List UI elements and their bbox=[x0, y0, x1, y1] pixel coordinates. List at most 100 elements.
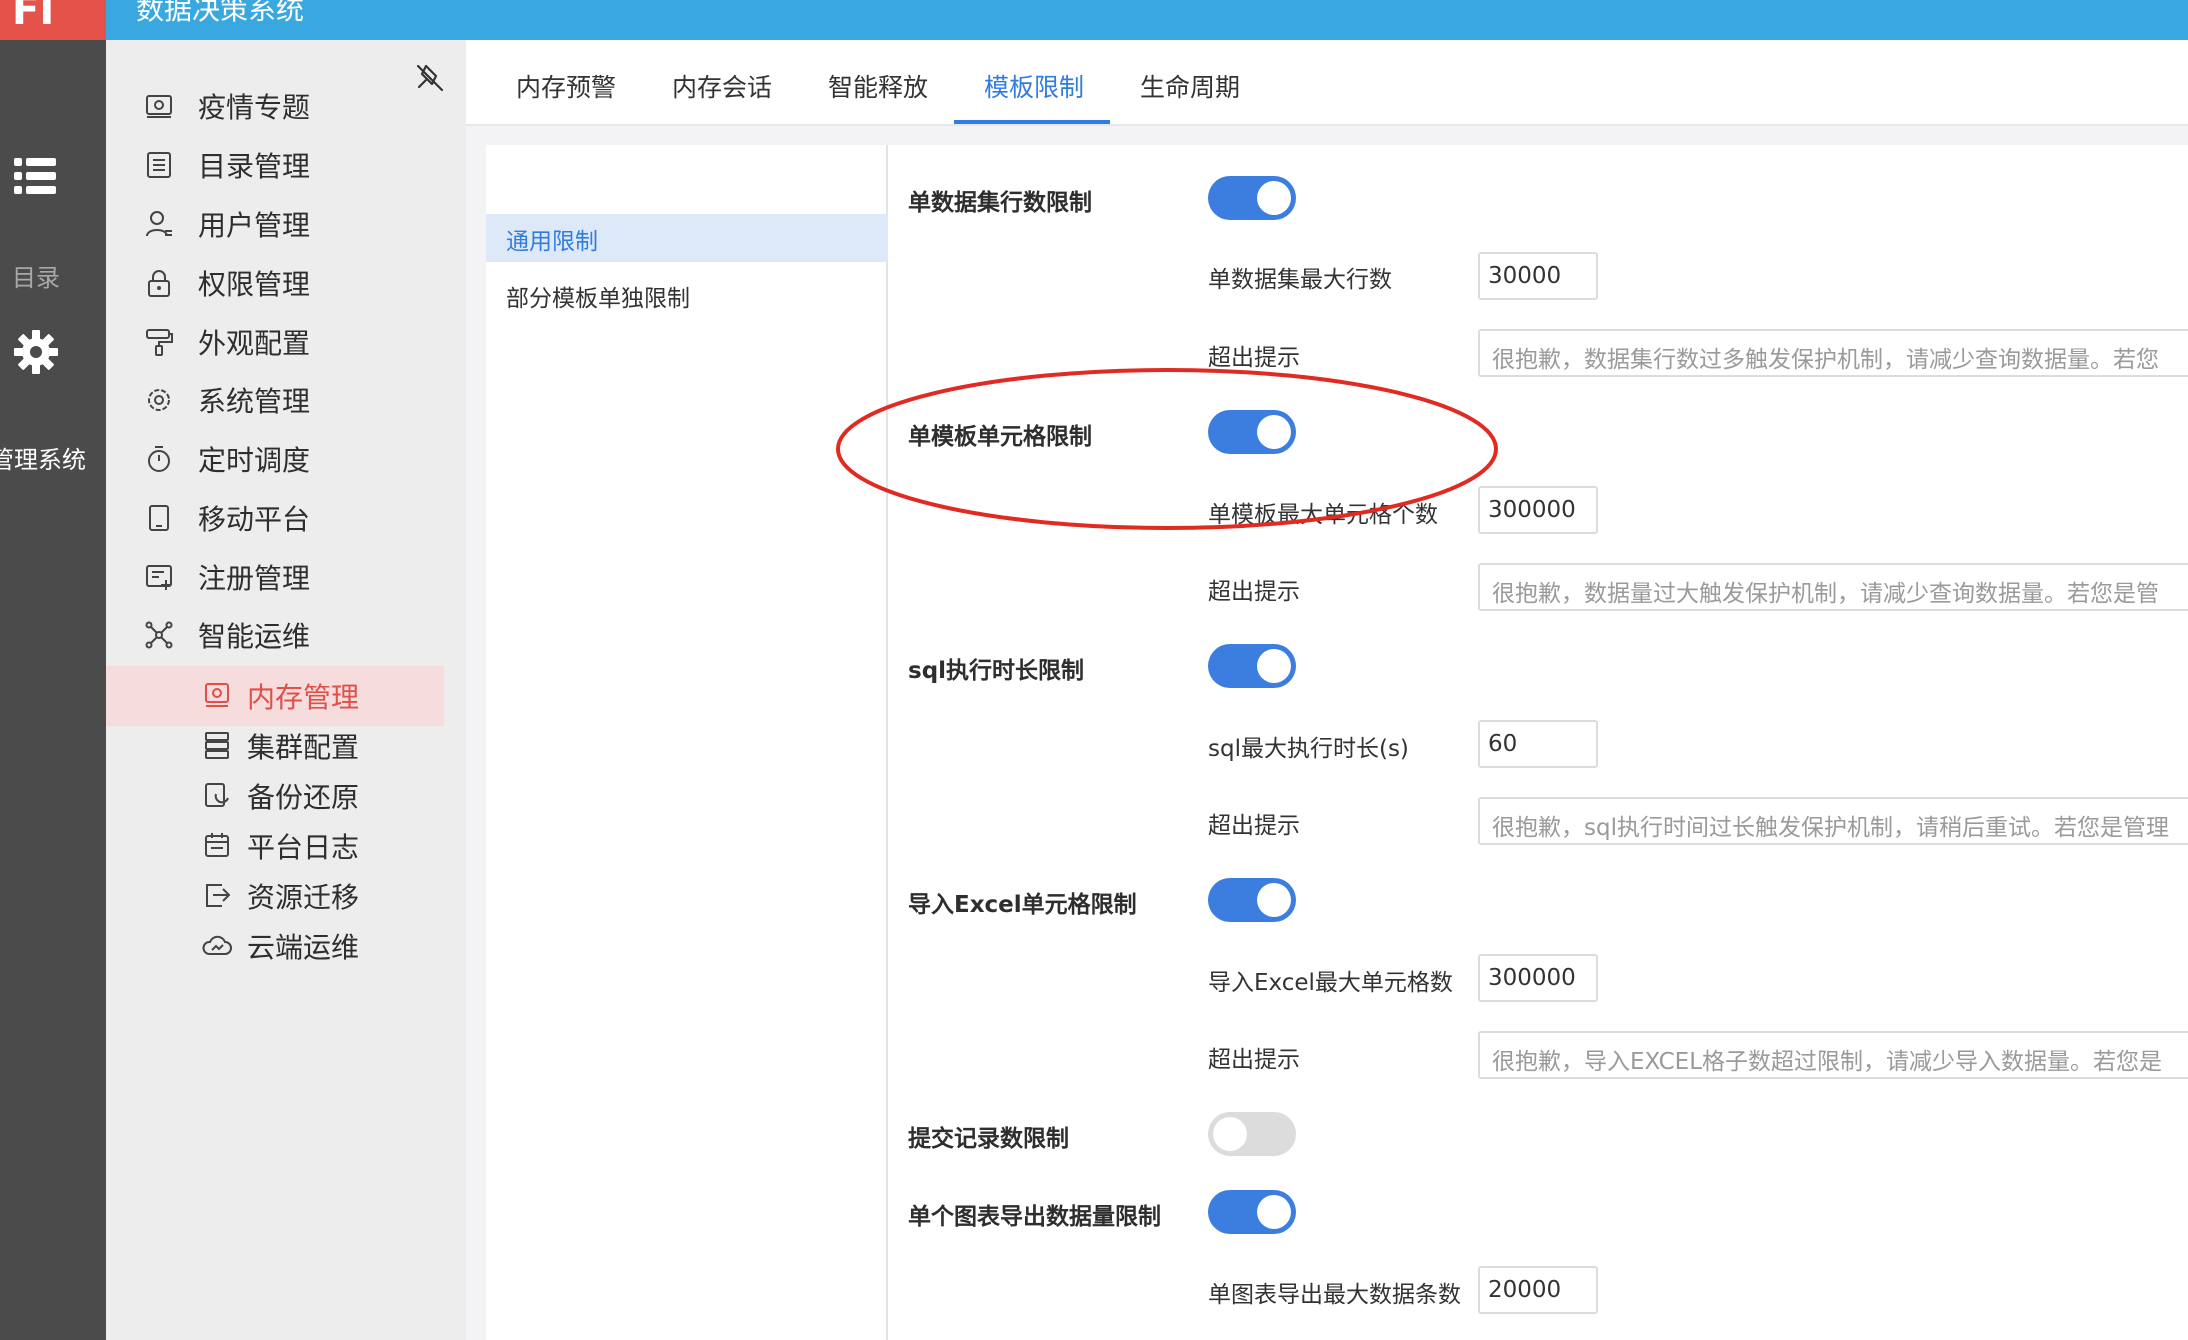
toggle-knob bbox=[1257, 1195, 1291, 1229]
toggle-knob bbox=[1257, 649, 1291, 683]
max-cells-input[interactable]: 300000 bbox=[1478, 486, 1598, 534]
max-rows-input[interactable]: 30000 bbox=[1478, 252, 1598, 300]
lock-icon bbox=[148, 270, 170, 297]
active-tab-indicator bbox=[954, 120, 1110, 124]
user-icon bbox=[146, 211, 172, 237]
submit-records-limit-toggle[interactable] bbox=[1208, 1112, 1296, 1156]
tab-memory-session[interactable]: 内存会话 bbox=[672, 68, 772, 104]
excel-limit-message-input[interactable]: 很抱歉，导入EXCEL格子数超过限制，请减少导入数据量。若您是 bbox=[1478, 1031, 2188, 1079]
subnav-label: 部分模板单独限制 bbox=[506, 286, 690, 312]
field-label: 导入Excel最大单元格数 bbox=[1208, 970, 1453, 996]
dashboard-icon bbox=[146, 95, 172, 118]
nav-label: 系统管理 bbox=[198, 385, 311, 418]
field-label: 单数据集最大行数 bbox=[1208, 267, 1392, 293]
subnav-label: 内存管理 bbox=[247, 681, 360, 714]
gear-icon bbox=[14, 330, 58, 374]
calendar-log-icon bbox=[205, 833, 229, 857]
rail-item-catalog[interactable]: 目录 bbox=[0, 100, 106, 292]
tab-memory-alert[interactable]: 内存预警 bbox=[516, 68, 616, 104]
subnav-general-limit[interactable]: 通用限制 bbox=[486, 214, 888, 262]
setting-label: 提交记录数限制 bbox=[908, 1126, 1069, 1152]
chart-export-max-input[interactable]: 20000 bbox=[1478, 1266, 1598, 1314]
excel-max-cells-input[interactable]: 300000 bbox=[1478, 954, 1598, 1002]
setting-label: 单模板单元格限制 bbox=[908, 424, 1092, 450]
rail-item-admin[interactable]: 管理系统 bbox=[0, 300, 106, 500]
field-label: 超出提示 bbox=[1208, 345, 1300, 371]
export-icon bbox=[206, 884, 231, 907]
nav-label: 用户管理 bbox=[198, 209, 311, 242]
nav-item-mobile[interactable]: 移动平台 bbox=[106, 488, 466, 548]
list-icon bbox=[14, 158, 56, 194]
rail-label-catalog: 目录 bbox=[12, 264, 60, 292]
app-logo[interactable]: FI bbox=[0, 0, 106, 40]
nav-item-permissions[interactable]: 权限管理 bbox=[106, 253, 466, 313]
nav-item-system[interactable]: 系统管理 bbox=[106, 370, 466, 430]
toggle-knob bbox=[1213, 1117, 1247, 1151]
sql-max-duration-input[interactable]: 60 bbox=[1478, 720, 1598, 768]
tab-template-limit[interactable]: 模板限制 bbox=[984, 68, 1084, 104]
paint-roller-icon bbox=[146, 329, 173, 356]
nav-item-ops[interactable]: 智能运维 bbox=[106, 605, 466, 665]
top-bar: FI 数据决策系统 bbox=[0, 0, 2188, 40]
nav-label: 注册管理 bbox=[198, 562, 311, 595]
rail-label-admin: 管理系统 bbox=[0, 446, 86, 474]
nav-item-schedule[interactable]: 定时调度 bbox=[106, 429, 466, 489]
dataset-row-limit-toggle[interactable] bbox=[1208, 176, 1296, 220]
subnav-template-specific[interactable]: 部分模板单独限制 bbox=[486, 271, 888, 319]
register-icon bbox=[146, 565, 172, 590]
setting-label: 导入Excel单元格限制 bbox=[908, 892, 1137, 918]
field-label: 单图表导出最大数据条数 bbox=[1208, 1282, 1461, 1308]
excel-import-limit-toggle[interactable] bbox=[1208, 878, 1296, 922]
nav-item-register[interactable]: 注册管理 bbox=[106, 547, 466, 607]
nav-label: 疫情专题 bbox=[198, 91, 311, 124]
template-cell-limit-toggle[interactable] bbox=[1208, 410, 1296, 454]
nav-label: 移动平台 bbox=[198, 503, 311, 536]
tablet-icon bbox=[149, 505, 169, 531]
gear-icon bbox=[148, 389, 170, 411]
toggle-knob bbox=[1257, 415, 1291, 449]
cloud-icon bbox=[202, 935, 232, 955]
sub-nav-panel: 通用限制 部分模板单独限制 bbox=[486, 145, 888, 1340]
subnav-label: 通用限制 bbox=[506, 229, 598, 255]
icon-rail: 目录 管理系统 bbox=[0, 40, 106, 1340]
chart-export-limit-toggle[interactable] bbox=[1208, 1190, 1296, 1234]
row-limit-message-input[interactable]: 很抱歉，数据集行数过多触发保护机制，请减少查询数据量。若您 bbox=[1478, 329, 2188, 377]
subnav-label: 集群配置 bbox=[247, 731, 360, 764]
subnav-item-cloud[interactable]: 云端运维 bbox=[106, 916, 444, 976]
field-label: 超出提示 bbox=[1208, 579, 1300, 605]
list-icon bbox=[147, 152, 171, 178]
settings-content: 单数据集行数限制 单数据集最大行数 30000 超出提示 很抱歉，数据集行数过多… bbox=[888, 145, 2188, 1340]
setting-label: 单数据集行数限制 bbox=[908, 190, 1092, 216]
nav-item-epidemic[interactable]: 疫情专题 bbox=[106, 76, 466, 136]
nav-label: 定时调度 bbox=[198, 444, 311, 477]
sql-limit-message-input[interactable]: 很抱歉，sql执行时间过长触发保护机制，请稍后重试。若您是管理 bbox=[1478, 797, 2188, 845]
server-icon bbox=[205, 732, 229, 759]
subnav-label: 平台日志 bbox=[247, 831, 360, 864]
tab-smart-release[interactable]: 智能释放 bbox=[828, 68, 928, 104]
toggle-knob bbox=[1257, 883, 1291, 917]
cell-limit-message-input[interactable]: 很抱歉，数据量过大触发保护机制，请减少查询数据量。若您是管 bbox=[1478, 563, 2188, 611]
nav-item-users[interactable]: 用户管理 bbox=[106, 194, 466, 254]
nav-label: 权限管理 bbox=[198, 268, 311, 301]
subnav-label: 资源迁移 bbox=[247, 881, 360, 914]
field-label: 超出提示 bbox=[1208, 813, 1300, 839]
nav-label: 外观配置 bbox=[198, 327, 311, 360]
field-label: sql最大执行时长(s) bbox=[1208, 736, 1409, 762]
field-label: 单模板最大单元格个数 bbox=[1208, 502, 1438, 528]
nav-label: 目录管理 bbox=[198, 150, 311, 183]
memory-icon bbox=[205, 683, 229, 707]
main-area: 内存预警 内存会话 智能释放 模板限制 生命周期 通用限制 部分模板单独限制 单… bbox=[466, 40, 2188, 1340]
subnav-label: 云端运维 bbox=[247, 931, 360, 964]
nav-item-catalog[interactable]: 目录管理 bbox=[106, 135, 466, 195]
tab-lifecycle[interactable]: 生命周期 bbox=[1140, 68, 1240, 104]
left-nav: 疫情专题 目录管理 用户管理 权限管理 外观配置 系统管理 定时调度 移动平台 … bbox=[106, 40, 466, 1340]
sql-duration-limit-toggle[interactable] bbox=[1208, 644, 1296, 688]
field-label: 超出提示 bbox=[1208, 1047, 1300, 1073]
app-title: 数据决策系统 bbox=[136, 0, 305, 26]
setting-label: 单个图表导出数据量限制 bbox=[908, 1204, 1161, 1230]
timer-icon bbox=[148, 446, 170, 472]
nav-item-appearance[interactable]: 外观配置 bbox=[106, 312, 466, 372]
backup-icon bbox=[205, 783, 229, 807]
subnav-label: 备份还原 bbox=[247, 781, 360, 814]
toggle-knob bbox=[1257, 181, 1291, 215]
